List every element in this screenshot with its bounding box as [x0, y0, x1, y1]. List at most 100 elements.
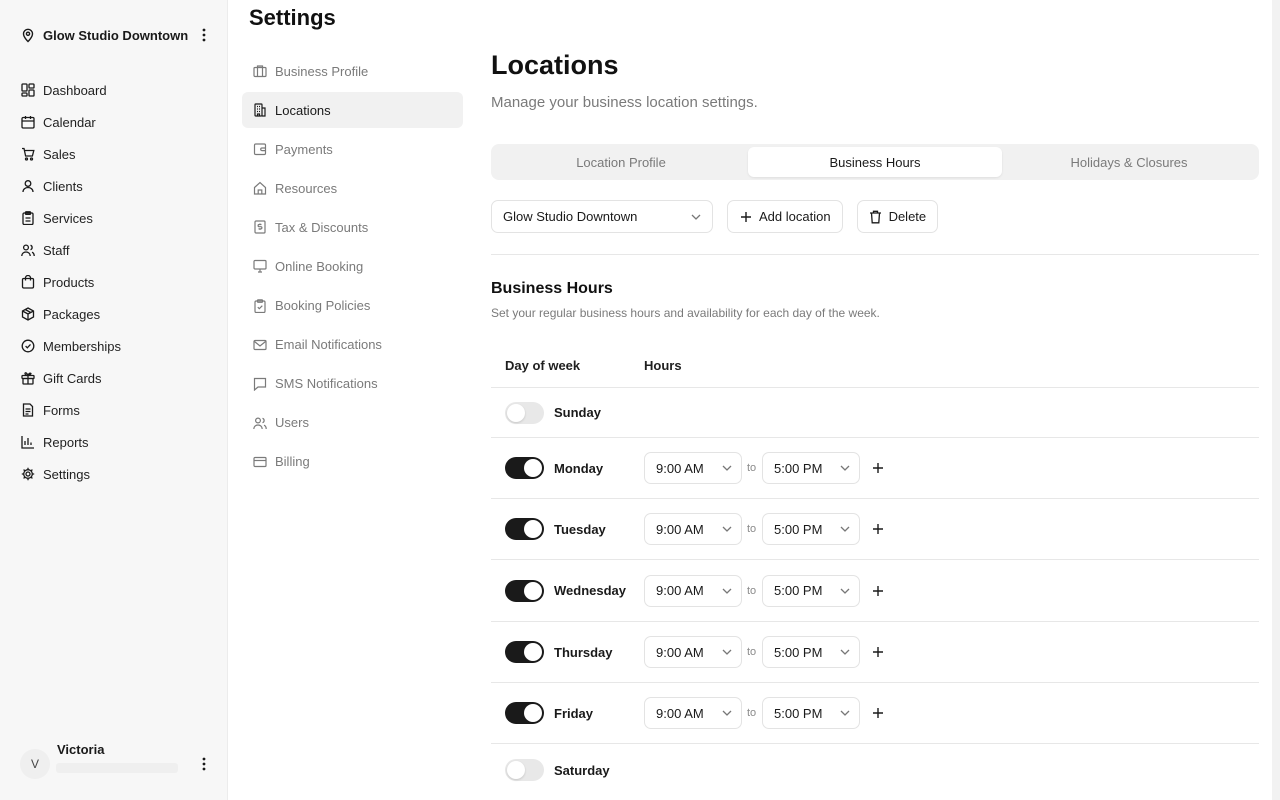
subnav-billing[interactable]: Billing: [242, 444, 463, 480]
add-hours-plus-icon[interactable]: [871, 461, 885, 475]
day-toggle[interactable]: [505, 401, 544, 424]
mail-icon: [252, 337, 267, 352]
nav-item-calendar[interactable]: Calendar: [20, 106, 210, 138]
tab-holidays-closures[interactable]: Holidays & Closures: [1002, 147, 1256, 177]
chevron-down-icon: [831, 649, 859, 655]
day-label: Thursday: [554, 644, 613, 660]
credit-card-icon: [252, 454, 267, 469]
day-label: Sunday: [554, 405, 601, 420]
close-time-value: 5:00 PM: [774, 583, 823, 598]
dashboard-icon: [20, 83, 35, 98]
tab-location-profile[interactable]: Location Profile: [494, 147, 748, 177]
location-switcher[interactable]: Glow Studio Downtown: [20, 24, 212, 46]
cart-icon: [20, 147, 35, 162]
section-subtitle: Set your regular business hours and avai…: [491, 306, 880, 320]
settings-title: Settings: [249, 5, 336, 30]
to-label: to: [747, 646, 757, 658]
close-time-select[interactable]: 5:00 PM: [762, 697, 860, 729]
open-time-select[interactable]: 9:00 AM: [644, 452, 742, 484]
subnav-locations[interactable]: Locations: [242, 92, 463, 129]
nav-label: Settings: [43, 466, 90, 482]
add-hours-plus-icon[interactable]: [871, 645, 885, 659]
day-label: Wednesday: [554, 583, 627, 598]
divider: [491, 254, 1259, 255]
day-toggle[interactable]: [505, 518, 544, 540]
add-hours-plus-icon[interactable]: [871, 706, 885, 720]
to-label: to: [747, 462, 757, 474]
plus-icon: [739, 210, 753, 224]
subnav-sms-notifications[interactable]: SMS Notifications: [242, 366, 463, 402]
subnav-resources[interactable]: Resources: [242, 170, 463, 206]
nav-item-clients[interactable]: Clients: [20, 170, 210, 202]
open-time-value: 9:00 AM: [656, 521, 704, 537]
delete-label: Delete: [888, 209, 927, 224]
open-time-select[interactable]: 9:00 AM: [644, 574, 742, 607]
users-icon: [20, 243, 35, 258]
open-time-select[interactable]: 9:00 AM: [644, 697, 742, 729]
clipboard-check-icon: [252, 298, 267, 313]
subnav-label: Tax & Discounts: [275, 219, 369, 235]
user-profile[interactable]: V Victoria: [20, 741, 212, 784]
nav-item-gift-cards[interactable]: Gift Cards: [20, 362, 210, 394]
location-select[interactable]: Glow Studio Downtown: [491, 200, 713, 233]
badge-check-icon: [20, 339, 35, 354]
user-menu-icon[interactable]: [196, 756, 212, 772]
subnav-booking-policies[interactable]: Booking Policies: [242, 288, 463, 324]
sidebar: Glow Studio Downtown Dashboard Calendar …: [0, 0, 228, 800]
nav-item-packages[interactable]: Packages: [20, 298, 210, 330]
close-time-select[interactable]: 5:00 PM: [762, 513, 860, 545]
open-time-select[interactable]: 9:00 AM: [644, 513, 742, 545]
day-label: Monday: [554, 460, 604, 476]
gift-icon: [20, 371, 35, 386]
avatar: V: [20, 749, 50, 779]
page-subtitle: Manage your business location settings.: [491, 94, 758, 111]
tab-business-hours[interactable]: Business Hours: [748, 147, 1002, 177]
building-icon: [252, 103, 267, 118]
subnav-business-profile[interactable]: Business Profile: [242, 53, 463, 89]
main-content: Locations Manage your business location …: [491, 0, 1259, 800]
day-row-monday: Monday 9:00 AM to 5:00 PM: [491, 438, 1259, 499]
nav-item-staff[interactable]: Staff: [20, 234, 210, 266]
nav-item-dashboard[interactable]: Dashboard: [20, 74, 210, 106]
day-toggle[interactable]: [505, 759, 544, 781]
location-menu-icon[interactable]: [196, 27, 212, 43]
scrollbar[interactable]: [1272, 0, 1280, 800]
nav-item-forms[interactable]: Forms: [20, 394, 210, 426]
nav-item-services[interactable]: Services: [20, 202, 210, 234]
close-time-select[interactable]: 5:00 PM: [762, 452, 860, 484]
nav-item-memberships[interactable]: Memberships: [20, 330, 210, 362]
close-time-select[interactable]: 5:00 PM: [762, 636, 860, 668]
to-label: to: [747, 707, 757, 719]
close-time-select[interactable]: 5:00 PM: [762, 574, 860, 607]
nav-item-reports[interactable]: Reports: [20, 426, 210, 458]
chevron-down-icon: [713, 526, 741, 532]
nav-item-settings[interactable]: Settings: [20, 458, 210, 490]
subnav-users[interactable]: Users: [242, 405, 463, 441]
add-location-button[interactable]: Add location: [727, 200, 843, 233]
subnav-tax-discounts[interactable]: Tax & Discounts: [242, 209, 463, 245]
open-time-select[interactable]: 9:00 AM: [644, 636, 742, 668]
add-hours-plus-icon[interactable]: [871, 584, 885, 598]
subnav-payments[interactable]: Payments: [242, 131, 463, 167]
subnav-email-notifications[interactable]: Email Notifications: [242, 327, 463, 363]
gear-icon: [20, 467, 35, 482]
nav-label: Memberships: [43, 338, 122, 354]
nav-item-products[interactable]: Products: [20, 266, 210, 298]
day-toggle[interactable]: [505, 457, 544, 479]
user-name: Victoria: [57, 741, 105, 757]
nav-label: Dashboard: [43, 82, 107, 98]
subnav-online-booking[interactable]: Online Booking: [242, 248, 463, 284]
delete-location-button[interactable]: Delete: [856, 200, 939, 233]
chevron-down-icon: [713, 465, 741, 471]
add-hours-plus-icon[interactable]: [871, 522, 885, 536]
nav-label: Reports: [43, 434, 89, 450]
day-toggle[interactable]: [505, 579, 544, 602]
day-label: Tuesday: [554, 521, 606, 537]
main-nav: Dashboard Calendar Sales Clients Service…: [20, 74, 210, 490]
day-toggle[interactable]: [505, 641, 544, 663]
day-toggle[interactable]: [505, 702, 544, 724]
chevron-down-icon: [713, 710, 741, 716]
nav-item-sales[interactable]: Sales: [20, 138, 210, 170]
form-icon: [20, 403, 35, 418]
package-icon: [20, 307, 35, 322]
